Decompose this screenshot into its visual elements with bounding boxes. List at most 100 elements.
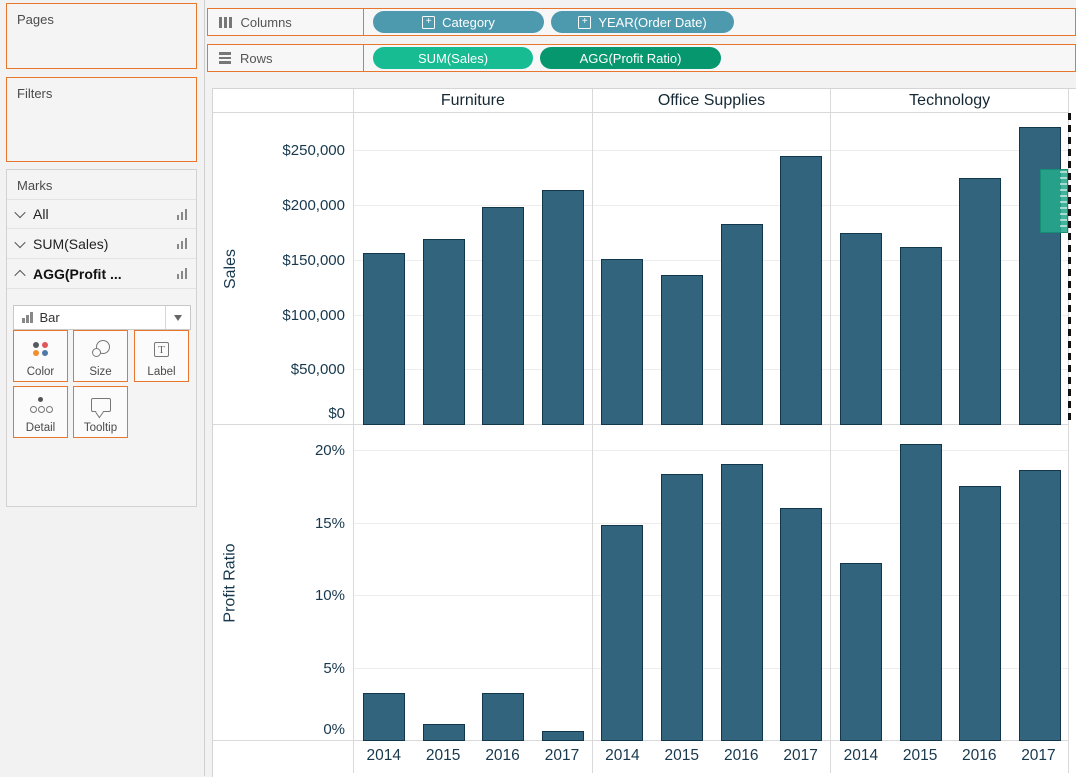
rows-shelf-label: Rows [208, 45, 364, 71]
bar-furniture-2016-profit-ratio[interactable] [482, 693, 524, 741]
marks-title: Marks [7, 170, 196, 193]
drop-target-dashed-line [1068, 113, 1071, 425]
y-tick-label: 15% [213, 515, 345, 533]
caret-down-icon[interactable] [165, 306, 190, 329]
x-label-2014[interactable]: 2014 [593, 741, 652, 773]
y-tick-label: $250,000 [213, 142, 345, 160]
y-tick-label: $200,000 [213, 197, 345, 215]
pill-text: YEAR(Order Date) [598, 15, 706, 30]
pill-sum-sales[interactable]: SUM(Sales) [373, 47, 533, 69]
bar-technology-2014-profit-ratio[interactable] [840, 563, 882, 741]
size-icon [74, 339, 127, 359]
plus-box-icon[interactable]: + [422, 16, 435, 29]
marks-row-label: AGG(Profit ... [33, 266, 168, 282]
x-label-2016[interactable]: 2016 [473, 741, 532, 773]
facet-header-furniture[interactable]: Furniture [353, 89, 592, 113]
drag-preview-ruler-edge [1060, 171, 1067, 231]
facet-header-technology[interactable]: Technology [830, 89, 1069, 113]
gridline [831, 450, 1068, 451]
size-button-label: Size [89, 366, 111, 378]
mark-type-value: Bar [40, 310, 60, 325]
x-label-2017[interactable]: 2017 [771, 741, 830, 773]
x-axis-furniture: 2014201520162017 [353, 741, 592, 773]
gridline [354, 668, 592, 669]
bar-office-supplies-2015-profit-ratio[interactable] [661, 474, 703, 741]
gridline [354, 595, 592, 596]
plus-box-icon[interactable]: + [578, 16, 591, 29]
bar-technology-2016-sales[interactable] [959, 178, 1001, 425]
facet-header-office-supplies[interactable]: Office Supplies [592, 89, 831, 113]
pages-shelf[interactable]: Pages [6, 3, 197, 69]
detail-button-label: Detail [26, 422, 55, 434]
bar-technology-2014-sales[interactable] [840, 233, 882, 425]
columns-pills-area[interactable]: + Category + YEAR(Order Date) [364, 9, 1075, 35]
bar-office-supplies-2015-sales[interactable] [661, 275, 703, 425]
x-label-2016[interactable]: 2016 [712, 741, 771, 773]
x-label-2015[interactable]: 2015 [652, 741, 711, 773]
label-button-label: Label [147, 366, 175, 378]
x-label-2016[interactable]: 2016 [950, 741, 1009, 773]
bar-furniture-2014-sales[interactable] [363, 253, 405, 425]
y-tick-label: $150,000 [213, 252, 345, 270]
filters-shelf[interactable]: Filters [6, 77, 197, 162]
bar-technology-2015-profit-ratio[interactable] [900, 444, 942, 741]
mark-bar-icon [177, 268, 188, 279]
x-axis-technology: 2014201520162017 [830, 741, 1069, 773]
columns-icon [219, 17, 232, 28]
columns-shelf[interactable]: Columns + Category + YEAR(Order Date) [207, 8, 1076, 36]
x-axis-office-supplies: 2014201520162017 [592, 741, 831, 773]
marks-row-all[interactable]: All [7, 199, 196, 229]
tooltip-button[interactable]: Tooltip [73, 386, 128, 438]
pill-text: AGG(Profit Ratio) [580, 51, 682, 66]
pane-technology-profit-ratio [830, 425, 1069, 741]
bar-office-supplies-2016-sales[interactable] [721, 224, 763, 425]
label-button[interactable]: T Label [134, 330, 189, 382]
bar-office-supplies-2014-sales[interactable] [601, 259, 643, 425]
gridline [354, 150, 592, 151]
pill-category[interactable]: + Category [373, 11, 544, 33]
bar-furniture-2016-sales[interactable] [482, 207, 524, 425]
x-label-2015[interactable]: 2015 [413, 741, 472, 773]
filters-label: Filters [7, 78, 196, 101]
x-label-2017[interactable]: 2017 [1009, 741, 1068, 773]
bar-office-supplies-2014-profit-ratio[interactable] [601, 525, 643, 741]
marks-row-label: All [33, 206, 168, 222]
visualization-canvas: FurnitureOffice SuppliesTechnologySales$… [212, 88, 1076, 777]
bar-technology-2017-profit-ratio[interactable] [1019, 470, 1061, 741]
y-tick-label: 10% [213, 587, 345, 605]
x-label-2015[interactable]: 2015 [891, 741, 950, 773]
axis-title-profit-ratio: Profit Ratio [215, 425, 247, 741]
x-label-2017[interactable]: 2017 [532, 741, 591, 773]
bar-furniture-2015-profit-ratio[interactable] [423, 724, 465, 741]
bar-technology-2015-sales[interactable] [900, 247, 942, 425]
label-icon: T [135, 339, 188, 359]
mark-type-dropdown[interactable]: Bar [13, 305, 191, 330]
pill-text: Category [442, 15, 495, 30]
chevron-down-icon [14, 236, 25, 247]
pane-office-supplies-profit-ratio [592, 425, 831, 741]
y-tick-label: 0% [213, 721, 345, 739]
bar-furniture-2014-profit-ratio[interactable] [363, 693, 405, 741]
chevron-up-icon [14, 269, 25, 280]
bar-furniture-2017-profit-ratio[interactable] [542, 731, 584, 741]
bar-office-supplies-2016-profit-ratio[interactable] [721, 464, 763, 741]
pill-agg-profit-ratio[interactable]: AGG(Profit Ratio) [540, 47, 721, 69]
color-button[interactable]: Color [13, 330, 68, 382]
bar-office-supplies-2017-profit-ratio[interactable] [780, 508, 822, 741]
bar-technology-2016-profit-ratio[interactable] [959, 486, 1001, 741]
size-button[interactable]: Size [73, 330, 128, 382]
marks-row-sum-sales[interactable]: SUM(Sales) [7, 229, 196, 259]
marks-row-agg-profit-ratio[interactable]: AGG(Profit ... [7, 259, 196, 289]
x-label-2014[interactable]: 2014 [831, 741, 890, 773]
bar-furniture-2015-sales[interactable] [423, 239, 465, 425]
columns-shelf-label: Columns [208, 9, 364, 35]
detail-button[interactable]: Detail [13, 386, 68, 438]
bar-furniture-2017-sales[interactable] [542, 190, 584, 425]
pane-furniture-sales [353, 113, 592, 425]
rows-shelf[interactable]: Rows SUM(Sales) AGG(Profit Ratio) [207, 44, 1076, 72]
pill-year-order-date[interactable]: + YEAR(Order Date) [551, 11, 734, 33]
bar-office-supplies-2017-sales[interactable] [780, 156, 822, 425]
y-tick-label: 20% [213, 442, 345, 460]
rows-pills-area[interactable]: SUM(Sales) AGG(Profit Ratio) [364, 45, 1075, 71]
x-label-2014[interactable]: 2014 [354, 741, 413, 773]
